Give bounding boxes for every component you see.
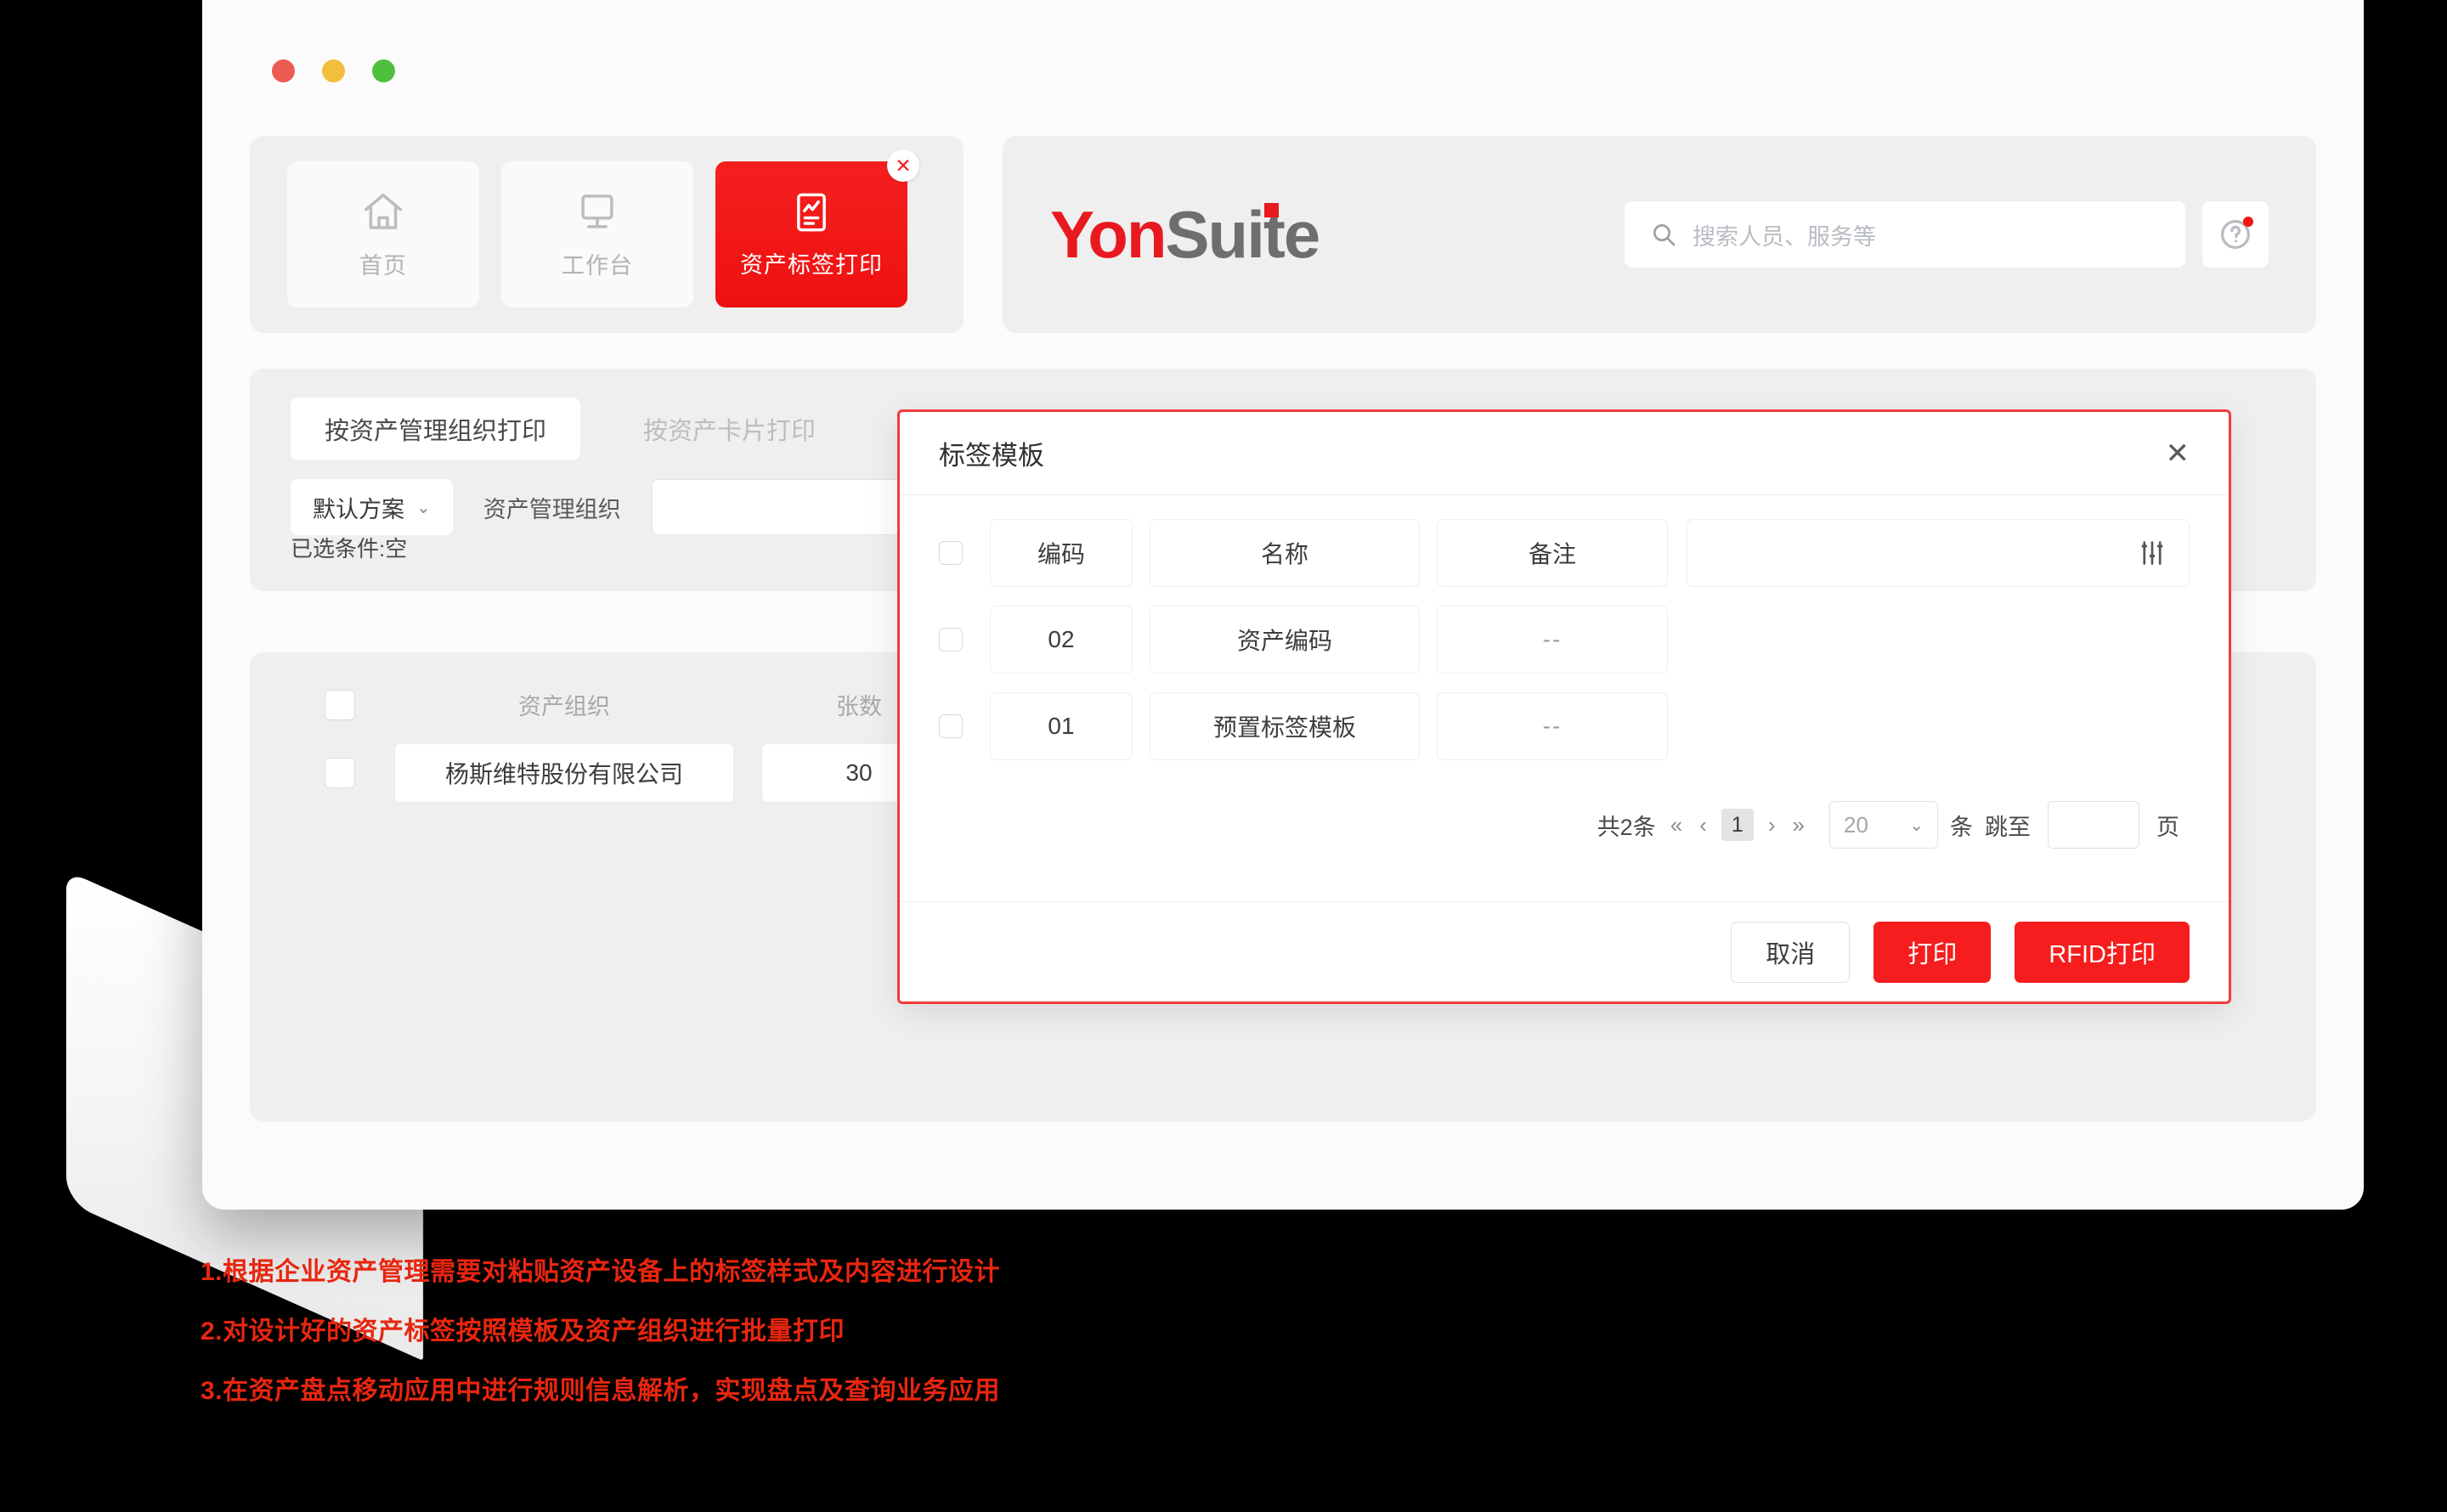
cell-code[interactable]: 01 [990, 692, 1133, 760]
maximize-window-dot[interactable] [372, 59, 395, 82]
yonsuite-logo: YonSuite [1050, 201, 1319, 268]
window-titlebar [202, 0, 2364, 92]
search-placeholder: 搜索人员、服务等 [1693, 218, 1876, 251]
cell-memo[interactable]: -- [1437, 692, 1668, 760]
top-row: 首页 工作台 [250, 136, 2316, 333]
modal-title: 标签模板 [939, 434, 1044, 472]
column-header-code: 编码 [990, 519, 1133, 587]
nav-tab-label: 工作台 [562, 247, 633, 280]
print-button[interactable]: 打印 [1873, 922, 1991, 983]
column-settings-bar[interactable] [1687, 519, 2190, 587]
caption-line-2: 2.对设计好的资产标签按照模板及资产组织进行批量打印 [201, 1310, 1000, 1347]
cell-name[interactable]: 资产编码 [1150, 606, 1420, 674]
caption-block: 1.根据企业资产管理需要对粘贴资产设备上的标签样式及内容进行设计 2.对设计好的… [201, 1250, 1000, 1429]
select-all-checkbox[interactable] [325, 690, 355, 720]
page-number-1[interactable]: 1 [1721, 809, 1754, 841]
total-count-text: 共2条 [1597, 809, 1656, 842]
table-row: 02 资产编码 -- [939, 606, 2190, 674]
modal-table-header: 编码 名称 备注 [939, 519, 2190, 587]
scheme-select[interactable]: 默认方案 ⌄ [291, 479, 453, 535]
page-size-select[interactable]: 20 ⌄ [1829, 801, 1938, 849]
nav-tab-workbench[interactable]: 工作台 [501, 161, 693, 307]
segment-by-org[interactable]: 按资产管理组织打印 [291, 398, 580, 460]
next-page-button[interactable]: › [1766, 812, 1778, 838]
scheme-label: 默认方案 [313, 491, 404, 524]
brand-primary: Yon [1050, 197, 1166, 272]
traffic-lights [272, 59, 395, 82]
first-page-button[interactable]: « [1668, 812, 1685, 838]
rfid-print-button[interactable]: RFID打印 [2015, 922, 2190, 983]
modal-header: 标签模板 ✕ [900, 412, 2229, 495]
row-checkbox[interactable] [325, 758, 355, 788]
search-input[interactable]: 搜索人员、服务等 [1625, 201, 2185, 268]
chevron-down-icon: ⌄ [416, 497, 431, 518]
label-template-modal: 标签模板 ✕ 编码 名称 备注 [897, 409, 2231, 1004]
segment-by-card[interactable]: 按资产卡片打印 [609, 398, 850, 460]
nav-tab-label: 资产标签打印 [740, 246, 883, 279]
cell-code[interactable]: 02 [990, 606, 1133, 674]
brand-dot [1264, 203, 1279, 217]
cancel-button[interactable]: 取消 [1731, 922, 1850, 983]
jump-unit: 页 [2156, 809, 2179, 842]
column-header-memo: 备注 [1437, 519, 1668, 587]
cell-memo[interactable]: -- [1437, 606, 1668, 674]
column-header-org: 资产组织 [394, 688, 734, 721]
chosen-conditions-text: 已选条件:空 [291, 532, 407, 563]
close-window-dot[interactable] [272, 59, 295, 82]
cell-name[interactable]: 预置标签模板 [1150, 692, 1420, 760]
caption-line-1: 1.根据企业资产管理需要对粘贴资产设备上的标签样式及内容进行设计 [201, 1250, 1000, 1288]
home-icon [360, 189, 406, 235]
pagination: 共2条 « ‹ 1 › » 20 ⌄ 条 跳至 页 [939, 801, 2190, 849]
org-input[interactable] [652, 479, 907, 535]
nav-tab-label: 首页 [359, 247, 407, 280]
jump-label: 跳至 [1985, 809, 2031, 842]
column-header-name: 名称 [1150, 519, 1420, 587]
page-size-unit: 条 [1950, 809, 1973, 842]
modal-body: 编码 名称 备注 02 [900, 495, 2229, 901]
monitor-icon [574, 189, 620, 235]
search-icon [1650, 221, 1677, 248]
help-button[interactable] [2202, 201, 2269, 268]
report-icon [789, 190, 834, 234]
close-icon[interactable]: ✕ [2166, 439, 2190, 468]
chevron-down-icon: ⌄ [1909, 815, 1924, 836]
select-all-checkbox[interactable] [939, 541, 963, 565]
header-actions: 搜索人员、服务等 [1625, 201, 2269, 268]
modal-footer: 取消 打印 RFID打印 [900, 901, 2229, 1001]
page-size-value: 20 [1844, 812, 1868, 838]
header-card: YonSuite 搜索人员、服务等 [1003, 136, 2316, 333]
row-checkbox[interactable] [939, 714, 963, 738]
notification-dot [2243, 217, 2253, 227]
close-icon[interactable]: ✕ [887, 150, 919, 182]
prev-page-button[interactable]: ‹ [1697, 812, 1710, 838]
sliders-icon[interactable] [2138, 539, 2167, 567]
nav-tab-home[interactable]: 首页 [287, 161, 479, 307]
org-field-label: 资产管理组织 [483, 491, 621, 524]
minimize-window-dot[interactable] [322, 59, 345, 82]
jump-page-input[interactable] [2048, 801, 2139, 849]
row-checkbox[interactable] [939, 628, 963, 652]
nav-tab-asset-label-print[interactable]: 资产标签打印 ✕ [715, 161, 907, 307]
last-page-button[interactable]: » [1790, 812, 1807, 838]
screenshot-root: 首页 工作台 [0, 0, 2447, 1512]
cell-org[interactable]: 杨斯维特股份有限公司 [394, 743, 734, 803]
table-row: 01 预置标签模板 -- [939, 692, 2190, 760]
caption-line-3: 3.在资产盘点移动应用中进行规则信息解析，实现盘点及查询业务应用 [201, 1369, 1000, 1407]
brand-secondary: Suite [1166, 197, 1320, 272]
nav-card: 首页 工作台 [250, 136, 964, 333]
